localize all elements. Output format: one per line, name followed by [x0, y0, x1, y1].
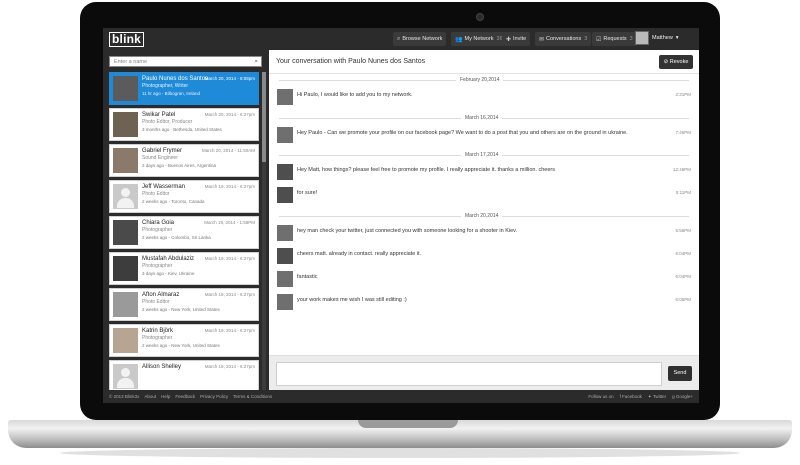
search-icon[interactable]: ⌕ [254, 58, 258, 66]
message: for sure! 5:11PM [277, 186, 691, 206]
footer-link-terms[interactable]: Terms & Conditions [233, 394, 272, 399]
message: cheers matt. already in contact. really … [277, 247, 691, 267]
blink-logo[interactable]: blink [109, 30, 145, 47]
message-input[interactable] [276, 362, 662, 386]
avatar [635, 31, 649, 45]
nav-my-network[interactable]: 👥 My Network 360 [451, 32, 510, 46]
people-icon: 👥 [455, 36, 463, 43]
laptop-notch [358, 420, 458, 428]
sender-avatar [277, 187, 293, 203]
top-navigation-bar: blink ⌕ Browse Network 👥 My Network 360 … [103, 28, 699, 50]
avatar-placeholder-icon [113, 184, 138, 209]
date-label: March 16,2014 [461, 115, 503, 121]
footer-link-about[interactable]: About [144, 394, 156, 399]
contact-item[interactable]: Mustafah Abdulaziz March 19, 2014 - 6:27… [109, 252, 259, 285]
contact-item[interactable]: Gabriel Frymer March 20, 2014 - 11:50AM … [109, 144, 259, 177]
user-menu[interactable]: Matthew ▾ [635, 31, 679, 45]
message: Hey Matt, how things? please feel free t… [277, 163, 691, 183]
page-title: Your conversation with Paulo Nunes dos S… [276, 58, 426, 65]
contact-item[interactable]: Katrin Björk March 19, 2014 - 6:27pm Pho… [109, 324, 259, 357]
contact-photo [113, 220, 138, 245]
date-label: March 20,2014 [461, 213, 503, 219]
sender-avatar [277, 248, 293, 264]
nav-browse-network[interactable]: ⌕ Browse Network [393, 32, 447, 46]
contact-list: Paulo Nunes dos Santos March 20, 2014 - … [109, 72, 259, 396]
chevron-down-icon: ▾ [675, 35, 679, 41]
nav-conversations[interactable]: ✉ Conversations 3 [535, 32, 592, 46]
social-links: Follow us on f Facebook ✦ Twitter g Goog… [588, 394, 693, 400]
footer-links: © 2013 Blink3x About Help Feedback Priva… [109, 394, 272, 399]
mail-icon: ✉ [539, 36, 545, 43]
avatar-placeholder-icon [113, 364, 138, 389]
date-label: March 17,2014 [461, 152, 503, 158]
footer-link-feedback[interactable]: Feedback [175, 394, 195, 399]
contact-photo [113, 148, 138, 173]
message: Hi Paulo, I would like to add you to my … [277, 88, 691, 108]
copyright: © 2013 Blink3x [109, 394, 140, 399]
laptop-base [8, 420, 792, 448]
sender-avatar [277, 294, 293, 310]
twitter-link[interactable]: ✦ Twitter [648, 394, 666, 400]
send-button[interactable]: Send [668, 366, 692, 381]
date-label: February 20,2014 [456, 77, 504, 83]
follow-label: Follow us on [588, 394, 614, 399]
facebook-link[interactable]: f Facebook [620, 394, 642, 400]
footer-link-help[interactable]: Help [161, 394, 170, 399]
contact-photo [113, 328, 138, 353]
contact-item[interactable]: Chiara Goia March 19, 2014 - 1:58PM Phot… [109, 216, 259, 249]
conversation-header: Your conversation with Paulo Nunes dos S… [269, 50, 699, 74]
contact-photo [113, 112, 138, 137]
laptop-shadow [60, 448, 740, 458]
contact-item[interactable]: Swikar Patel March 20, 2014 - 6:27pm Pho… [109, 108, 259, 141]
footer: © 2013 Blink3x About Help Feedback Priva… [103, 390, 699, 403]
contact-item[interactable]: Allison Shelley March 19, 2014 - 6:27pm [109, 360, 259, 393]
camera-icon [476, 13, 484, 21]
message: Hey Paulo - Can we promote your profile … [277, 126, 691, 146]
footer-link-privacy[interactable]: Privacy Policy [200, 394, 228, 399]
sender-avatar [277, 164, 293, 180]
nav-requests[interactable]: ☑ Requests 3 [592, 32, 637, 46]
compose-area: Send [269, 355, 699, 390]
conversation-panel: Your conversation with Paulo Nunes dos S… [269, 50, 699, 390]
revoke-button[interactable]: ⊘ Revoke [659, 55, 693, 69]
contacts-sidebar: Enter a name ⌕ Paulo Nunes dos Santos Ma… [103, 50, 269, 393]
search-icon: ⌕ [397, 35, 401, 42]
message-thread: February 20,2014 Hi Paulo, I would like … [269, 76, 699, 354]
sender-avatar [277, 89, 293, 105]
message: hey man check your twitter, just connect… [277, 224, 691, 244]
message: your work makes me wish I was still edit… [277, 293, 691, 313]
sender-avatar [277, 225, 293, 241]
check-icon: ☑ [596, 36, 602, 43]
nav-invite[interactable]: ✚ Invite [502, 32, 531, 46]
sender-avatar [277, 127, 293, 143]
contact-photo [113, 292, 138, 317]
sidebar-scroll-thumb[interactable] [262, 72, 266, 162]
contact-photo [113, 256, 138, 281]
contact-item[interactable]: Jeff Wasserman March 19, 2014 - 6:27pm P… [109, 180, 259, 213]
google-plus-link[interactable]: g Google+ [672, 394, 693, 400]
plus-icon: ✚ [506, 36, 512, 43]
contact-photo [113, 76, 138, 101]
search-input[interactable]: Enter a name ⌕ [109, 56, 262, 67]
contact-item[interactable]: Paulo Nunes dos Santos March 20, 2014 - … [109, 72, 259, 105]
sender-avatar [277, 271, 293, 287]
app-screen: blink ⌕ Browse Network 👥 My Network 360 … [103, 28, 699, 403]
contact-item[interactable]: Afton Almaraz March 19, 2014 - 6:27pm Ph… [109, 288, 259, 321]
message: fantastic 6:04PM [277, 270, 691, 290]
